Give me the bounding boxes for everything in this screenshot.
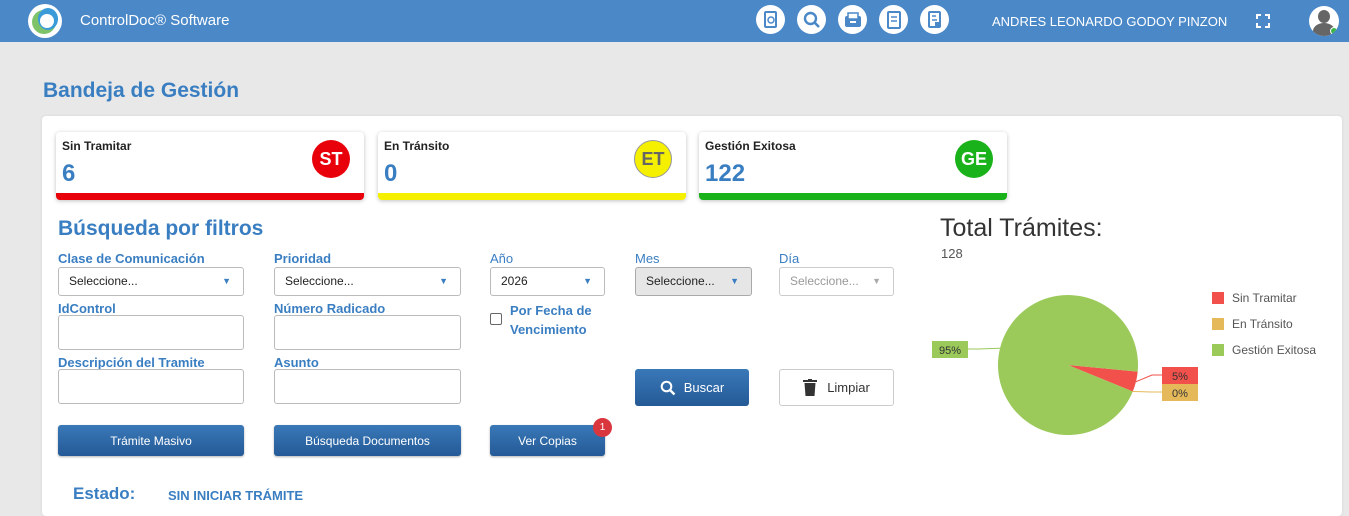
vencimiento-checkbox[interactable]: [490, 313, 502, 325]
card-value: 122: [705, 160, 745, 188]
legend-item[interactable]: En Tránsito: [1212, 311, 1316, 337]
chevron-down-icon: ▼: [730, 268, 739, 295]
dia-label: Día: [779, 251, 799, 266]
asunto-input[interactable]: [274, 369, 461, 404]
numero-radicado-label: Número Radicado: [274, 301, 385, 316]
document-search-icon[interactable]: [756, 5, 785, 34]
estado-label: Estado:: [73, 484, 135, 504]
mes-label: Mes: [635, 251, 660, 266]
report-icon[interactable]: [920, 5, 949, 34]
chevron-down-icon: ▼: [583, 268, 592, 295]
legend-swatch: [1212, 344, 1224, 356]
search-icon[interactable]: [797, 5, 826, 34]
card-bar: [699, 193, 1007, 200]
app-title: ControlDoc® Software: [80, 12, 229, 29]
chevron-down-icon: ▼: [439, 268, 448, 295]
ge-badge-icon: GE: [955, 140, 993, 178]
et-badge-icon: ET: [634, 140, 672, 178]
card-label: En Tránsito: [384, 139, 449, 153]
top-nav-icons: [756, 5, 949, 34]
asunto-label: Asunto: [274, 355, 319, 370]
card-value: 6: [62, 160, 75, 188]
search-icon: [660, 380, 676, 396]
card-bar: [56, 193, 364, 200]
app-logo[interactable]: [28, 4, 62, 38]
dia-select: Seleccione...▼: [779, 267, 894, 296]
prioridad-label: Prioridad: [274, 251, 331, 266]
pie-chart: 5% 0% 95%: [920, 270, 1210, 450]
card-en-transito[interactable]: En Tránsito 0 ET: [378, 132, 686, 200]
data-label: 5%: [1172, 371, 1188, 383]
legend-item[interactable]: Gestión Exitosa: [1212, 337, 1316, 363]
anio-label: Año: [490, 251, 513, 266]
st-badge-icon: ST: [312, 140, 350, 178]
clase-label: Clase de Comunicación: [58, 251, 205, 266]
copias-count-badge: 1: [593, 418, 612, 437]
card-bar: [378, 193, 686, 200]
form-icon[interactable]: [879, 5, 908, 34]
top-navbar: ControlDoc® Software ANDRES LEONARDO GOD…: [0, 0, 1349, 42]
card-label: Gestión Exitosa: [705, 139, 796, 153]
pie-slice[interactable]: [998, 295, 1138, 435]
estado-value: SIN INICIAR TRÁMITE: [168, 488, 303, 503]
limpiar-button[interactable]: Limpiar: [779, 369, 894, 406]
label-leader-line: [1136, 375, 1162, 382]
chevron-down-icon: ▼: [222, 268, 231, 295]
ver-copias-button[interactable]: Ver Copias: [490, 425, 605, 456]
filters-title: Búsqueda por filtros: [58, 217, 263, 241]
trash-icon: [803, 379, 817, 396]
buscar-button[interactable]: Buscar: [635, 369, 749, 406]
card-gestion-exitosa[interactable]: Gestión Exitosa 122 GE: [699, 132, 1007, 200]
clase-select[interactable]: Seleccione...▼: [58, 267, 244, 296]
user-name[interactable]: ANDRES LEONARDO GODOY PINZON: [992, 14, 1227, 29]
chart-total: 128: [941, 246, 963, 261]
card-sin-tramitar[interactable]: Sin Tramitar 6 ST: [56, 132, 364, 200]
fullscreen-icon[interactable]: [1256, 14, 1270, 28]
chart-title: Total Trámites:: [940, 214, 1103, 243]
descripcion-input[interactable]: [58, 369, 244, 404]
vencimiento-label[interactable]: Por Fecha de Vencimiento: [510, 301, 610, 339]
numero-radicado-input[interactable]: [274, 315, 461, 350]
data-label: 0%: [1172, 388, 1188, 400]
prioridad-select[interactable]: Seleccione...▼: [274, 267, 461, 296]
anio-select[interactable]: 2026▼: [490, 267, 605, 296]
busqueda-documentos-button[interactable]: Búsqueda Documentos: [274, 425, 461, 456]
card-value: 0: [384, 160, 397, 188]
data-label: 95%: [939, 345, 961, 357]
tramite-masivo-button[interactable]: Trámite Masivo: [58, 425, 244, 456]
legend-item[interactable]: Sin Tramitar: [1212, 285, 1316, 311]
descripcion-label: Descripción del Tramite: [58, 355, 205, 370]
mes-select[interactable]: Seleccione...▼: [635, 267, 752, 296]
chevron-down-icon: ▼: [872, 268, 881, 295]
label-leader-line: [968, 348, 1000, 349]
avatar[interactable]: [1309, 6, 1339, 36]
chart-legend: Sin Tramitar En Tránsito Gestión Exitosa: [1212, 285, 1316, 363]
idcontrol-input[interactable]: [58, 315, 244, 350]
legend-swatch: [1212, 318, 1224, 330]
inbox-icon[interactable]: [838, 5, 867, 34]
page-title: Bandeja de Gestión: [43, 79, 239, 103]
legend-swatch: [1212, 292, 1224, 304]
card-label: Sin Tramitar: [62, 139, 131, 153]
idcontrol-label: IdControl: [58, 301, 116, 316]
